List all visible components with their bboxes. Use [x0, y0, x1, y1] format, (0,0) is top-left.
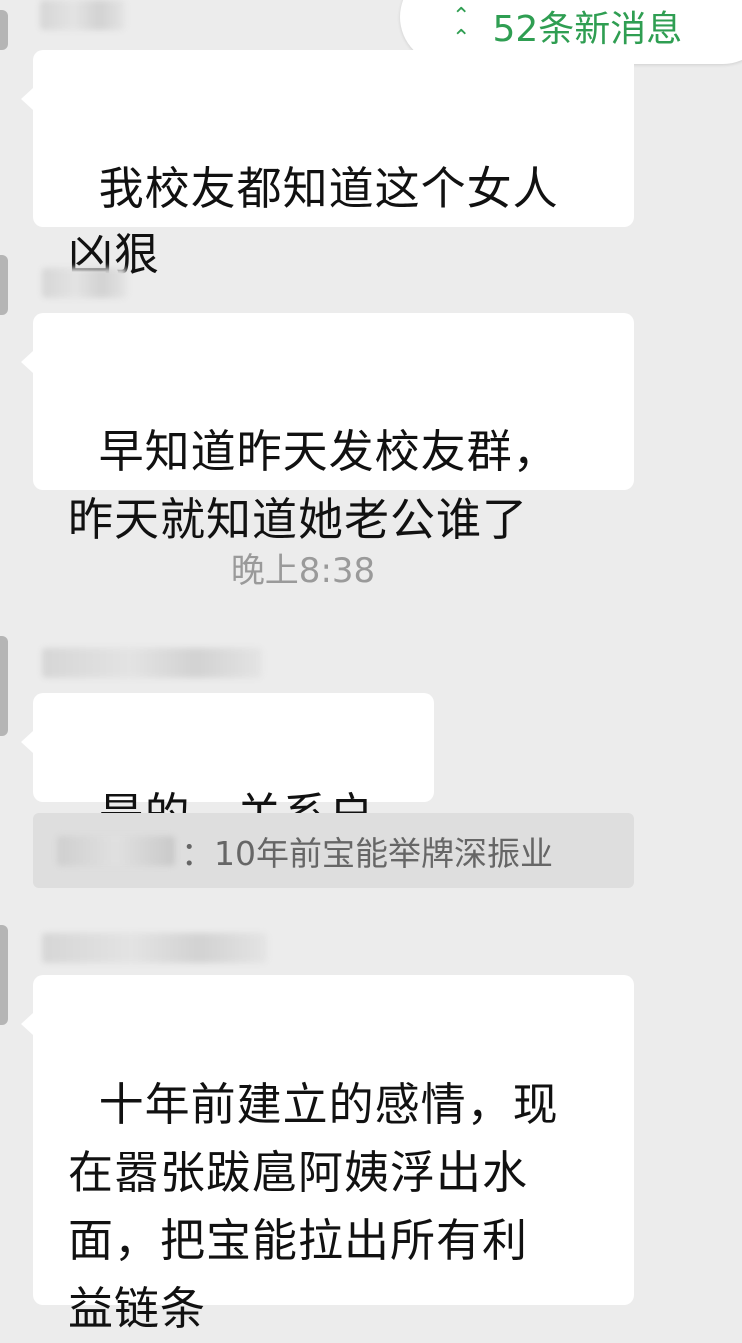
avatar[interactable] — [0, 10, 8, 50]
chat-message[interactable]: 十年前建立的感情，现 在嚣张跋扈阿姨浮出水 面，把宝能拉出所有利 益链条 — [21, 975, 634, 1335]
chat-message[interactable]: 我校友都知道这个女人 凶狠 — [21, 50, 634, 281]
quoted-sender-name — [57, 835, 175, 866]
sender-name — [42, 268, 127, 298]
sender-name — [42, 933, 267, 963]
avatar[interactable] — [0, 636, 8, 736]
double-chevron-up-icon: ⌃ ⌃ — [452, 4, 471, 51]
chat-message[interactable]: 早知道昨天发校友群， 昨天就知道她老公谁了 — [21, 313, 634, 546]
quoted-message[interactable]: ：10年前宝能举牌深振业 — [33, 813, 634, 888]
timestamp-label: 晚上8:38 — [230, 551, 376, 591]
avatar[interactable] — [0, 255, 8, 315]
avatar[interactable] — [0, 925, 8, 1025]
sender-name — [42, 648, 262, 678]
new-messages-label: 52条新消息 — [492, 9, 683, 50]
chat-message[interactable]: 是的，关系户。 — [21, 693, 434, 841]
quoted-text: ：10年前宝能举牌深振业 — [181, 833, 553, 873]
sender-name — [40, 0, 125, 30]
message-text: 我校友都知道这个女人 凶狠 — [68, 162, 559, 281]
message-text: 十年前建立的感情，现 在嚣张跋扈阿姨浮出水 面，把宝能拉出所有利 益链条 — [68, 1078, 559, 1335]
message-text: 早知道昨天发校友群， 昨天就知道她老公谁了 — [68, 425, 559, 546]
